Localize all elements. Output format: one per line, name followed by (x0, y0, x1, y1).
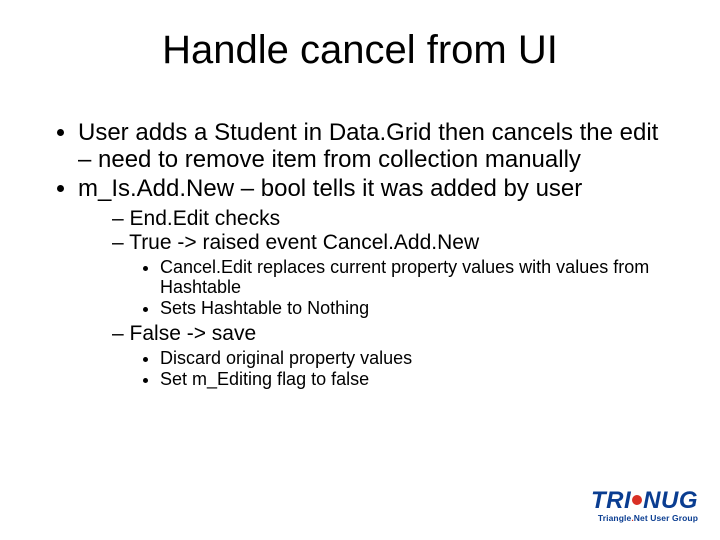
trinug-logo: TRI NUG Triangle.Net User Group (591, 489, 698, 523)
bullet-list-level-2: End.Edit checks True -> raised event Can… (78, 207, 666, 389)
bullet-list-level-1: User adds a Student in Data.Grid then ca… (54, 120, 666, 389)
logo-text-nug: NUG (643, 487, 698, 514)
slide-body: User adds a Student in Data.Grid then ca… (54, 120, 666, 393)
bullet-item: True -> raised event Cancel.Add.New Canc… (112, 231, 666, 318)
bullet-list-level-3: Cancel.Edit replaces current property va… (112, 257, 666, 318)
bullet-list-level-3: Discard original property values Set m_E… (112, 348, 666, 389)
slide: Handle cancel from UI User adds a Studen… (0, 0, 720, 540)
logo-dot-icon (632, 495, 642, 505)
logo-subtitle: Triangle.Net User Group (591, 514, 698, 523)
bullet-item: User adds a Student in Data.Grid then ca… (78, 120, 666, 174)
logo-sub-left: Triangle (598, 513, 631, 523)
slide-title: Handle cancel from UI (0, 28, 720, 73)
bullet-item: Set m_Editing flag to false (160, 369, 666, 389)
bullet-item: Cancel.Edit replaces current property va… (160, 257, 666, 297)
bullet-item: Discard original property values (160, 348, 666, 368)
logo-main-text: TRI NUG (591, 489, 698, 513)
bullet-text: m_Is.Add.New – bool tells it was added b… (78, 175, 582, 202)
logo-sub-right: Net User Group (634, 513, 698, 523)
bullet-item: False -> save Discard original property … (112, 322, 666, 389)
bullet-text: False -> save (130, 322, 257, 345)
bullet-item: End.Edit checks (112, 207, 666, 231)
bullet-text: True -> raised event Cancel.Add.New (129, 231, 479, 254)
bullet-item: Sets Hashtable to Nothing (160, 298, 666, 318)
bullet-item: m_Is.Add.New – bool tells it was added b… (78, 176, 666, 389)
logo-text-tri: TRI (591, 487, 631, 514)
